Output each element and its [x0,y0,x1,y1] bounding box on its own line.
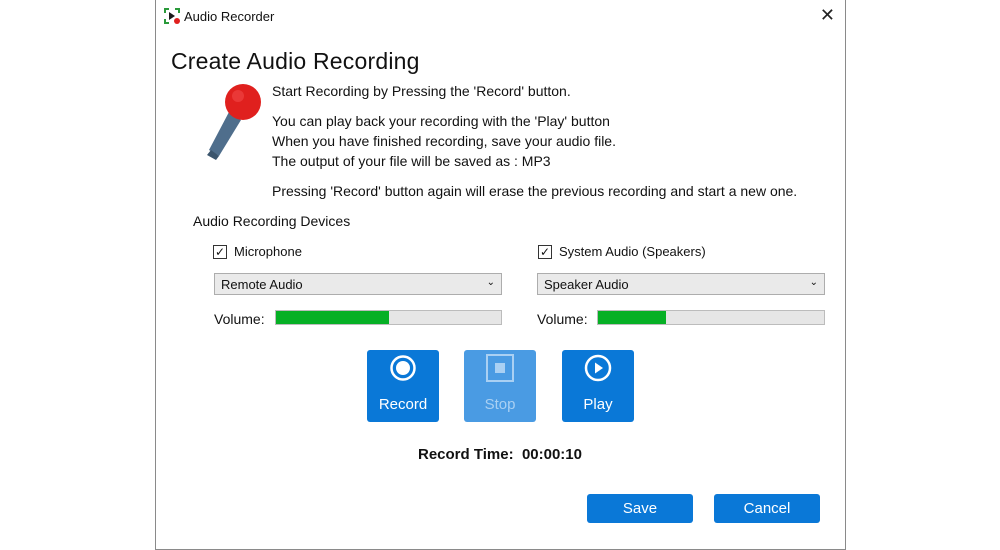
play-icon [584,354,612,382]
instruction-text: You can play back your recording with th… [272,113,610,129]
record-label: Record [378,396,428,413]
record-time: Record Time: 00:00:10 [418,446,582,463]
page-title: Create Audio Recording [171,48,420,74]
microphone-selected: Remote Audio [221,277,303,292]
volume-fill [276,311,389,324]
microphone-label: Microphone [234,244,302,259]
stop-icon [486,354,514,382]
instruction-text: The output of your file will be saved as… [272,153,551,169]
audio-recorder-window: Audio Recorder ✕ Create Audio Recording … [155,0,846,550]
instruction-text: Start Recording by Pressing the 'Record'… [272,83,571,99]
chevron-down-icon: ⌄ [486,277,495,288]
play-label: Play [583,396,613,413]
system-audio-selected: Speaker Audio [544,277,629,292]
instruction-text: Pressing 'Record' button again will eras… [272,183,798,199]
volume-fill [598,311,666,324]
system-audio-checkbox[interactable]: ✓ System Audio (Speakers) [538,244,706,259]
system-volume-bar [597,310,825,325]
record-button[interactable]: Record [367,350,439,422]
checkmark-icon: ✓ [538,244,552,259]
cancel-button[interactable]: Cancel [714,494,820,523]
record-time-value: 00:00:10 [521,446,582,463]
checkmark-icon: ✓ [213,244,227,259]
save-button[interactable]: Save [587,494,693,523]
instruction-text: When you have finished recording, save y… [272,133,616,149]
chevron-down-icon: ⌄ [809,277,818,288]
play-button[interactable]: Play [562,350,634,422]
record-time-label: Record Time: [418,446,514,463]
microphone-checkbox[interactable]: ✓ Microphone [213,244,302,259]
stop-label: Stop [484,396,516,413]
record-icon [390,355,416,381]
microphone-icon [207,84,261,160]
stop-button[interactable]: Stop [464,350,536,422]
app-icon [164,8,180,24]
microphone-volume-label: Volume: [214,311,265,327]
title-bar: Audio Recorder ✕ [156,0,845,32]
devices-section-label: Audio Recording Devices [193,213,351,229]
system-audio-device-select[interactable]: Speaker Audio ⌄ [537,273,825,295]
window-title: Audio Recorder [184,9,275,24]
microphone-device-select[interactable]: Remote Audio ⌄ [214,273,502,295]
system-volume-label: Volume: [537,311,588,327]
close-icon[interactable]: ✕ [820,5,835,26]
system-audio-label: System Audio (Speakers) [559,244,706,259]
microphone-volume-bar [275,310,502,325]
